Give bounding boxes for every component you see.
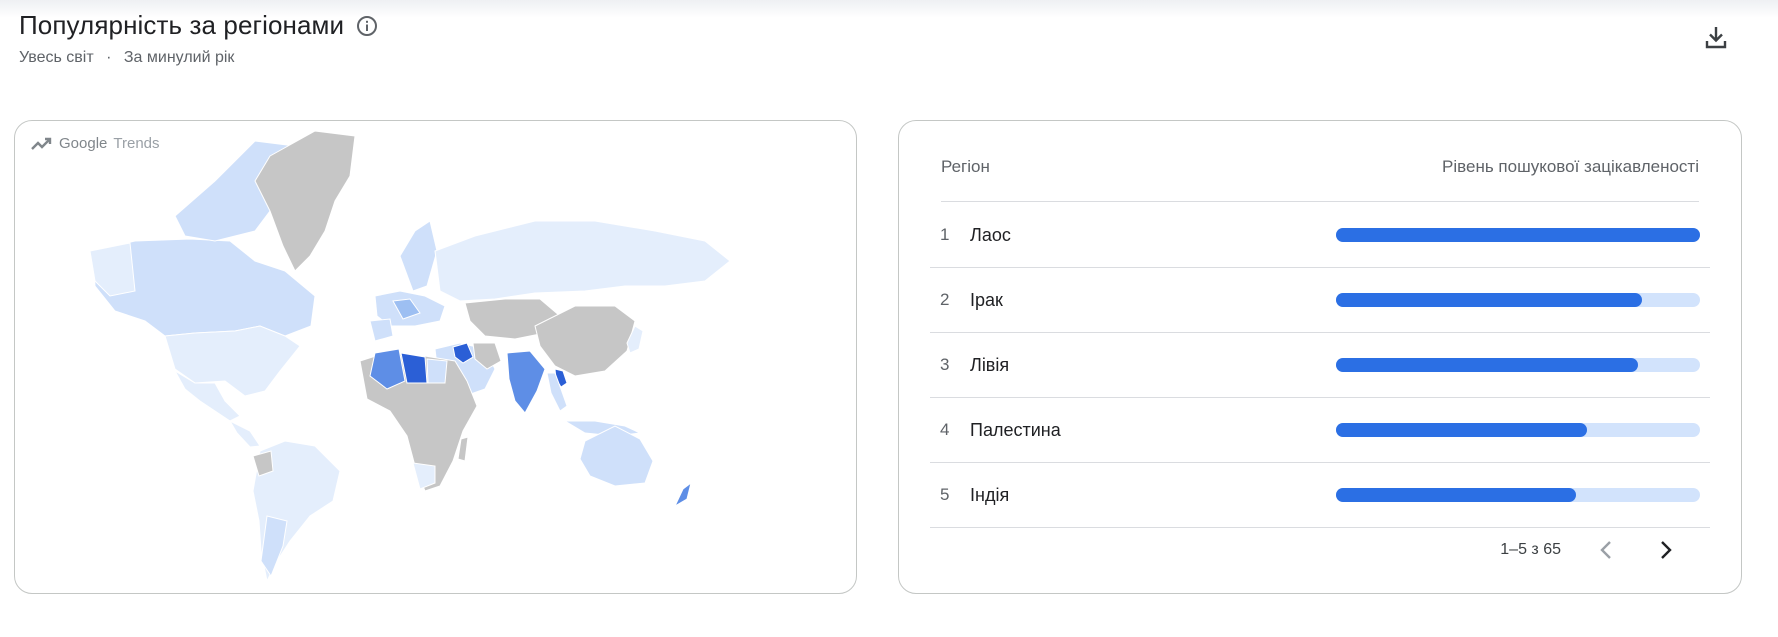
download-icon[interactable] — [1701, 22, 1731, 52]
region-russia[interactable] — [434, 220, 731, 302]
interest-bar — [1336, 228, 1700, 242]
table-row[interactable]: 4 Палестина — [930, 398, 1710, 463]
table-row[interactable]: 3 Лівія — [930, 333, 1710, 398]
row-region[interactable]: Лівія — [970, 355, 1009, 376]
interest-bar-fill — [1336, 358, 1639, 372]
row-region[interactable]: Лаос — [970, 225, 1011, 246]
region-scandinavia[interactable] — [399, 220, 438, 292]
interest-bar — [1336, 423, 1700, 437]
interest-bar — [1336, 358, 1700, 372]
section-header: Популярність за регіонами Увесь світ · З… — [19, 10, 378, 67]
chevron-right-icon — [1661, 541, 1672, 559]
region-india[interactable] — [506, 350, 546, 414]
interest-bar-fill — [1336, 488, 1577, 502]
table-row[interactable]: 5 Індія — [930, 463, 1710, 528]
region-egypt[interactable] — [426, 358, 448, 384]
column-header-region[interactable]: Регіон — [941, 157, 990, 177]
pagination-label: 1–5 з 65 — [1500, 541, 1561, 558]
interest-bar-fill — [1336, 293, 1642, 307]
interest-bar-fill — [1336, 423, 1588, 437]
scope-label[interactable]: Увесь світ — [19, 49, 94, 66]
region-new-zealand[interactable] — [673, 481, 692, 508]
region-iberia[interactable] — [369, 318, 394, 342]
period-label[interactable]: За минулий рік — [124, 49, 235, 66]
prev-page-button[interactable] — [1591, 535, 1621, 565]
map-card: Google Trends — [14, 120, 857, 594]
interest-bar — [1336, 488, 1700, 502]
table-rows: 1 Лаос 2 Ірак 3 Лівія 4 Палестина 5 Інді… — [930, 203, 1710, 528]
chevron-left-icon — [1600, 541, 1611, 559]
row-region[interactable]: Ірак — [970, 290, 1003, 311]
table-row[interactable]: 1 Лаос — [930, 203, 1710, 268]
section-subtitle: Увесь світ · За минулий рік — [19, 49, 378, 67]
world-map[interactable] — [15, 121, 857, 594]
interest-bar-fill — [1336, 228, 1700, 242]
pagination: 1–5 з 65 — [1500, 535, 1681, 565]
region-central-america[interactable] — [228, 419, 261, 448]
row-rank: 1 — [940, 225, 950, 244]
row-rank: 5 — [940, 485, 950, 504]
row-region[interactable]: Палестина — [970, 420, 1061, 441]
row-region[interactable]: Індія — [970, 485, 1009, 506]
info-icon[interactable] — [356, 15, 378, 37]
table-header: Регіон Рівень пошукової зацікавленості — [941, 145, 1699, 202]
section-title: Популярність за регіонами — [19, 10, 345, 40]
separator-dot: · — [106, 49, 112, 66]
region-table-card: Регіон Рівень пошукової зацікавленості 1… — [898, 120, 1742, 594]
column-header-interest[interactable]: Рівень пошукової зацікавленості — [1442, 157, 1699, 177]
row-rank: 2 — [940, 290, 950, 309]
next-page-button[interactable] — [1651, 535, 1681, 565]
row-rank: 3 — [940, 355, 950, 374]
table-row[interactable]: 2 Ірак — [930, 268, 1710, 333]
interest-bar — [1336, 293, 1700, 307]
region-australia[interactable] — [579, 425, 654, 487]
row-rank: 4 — [940, 420, 950, 439]
